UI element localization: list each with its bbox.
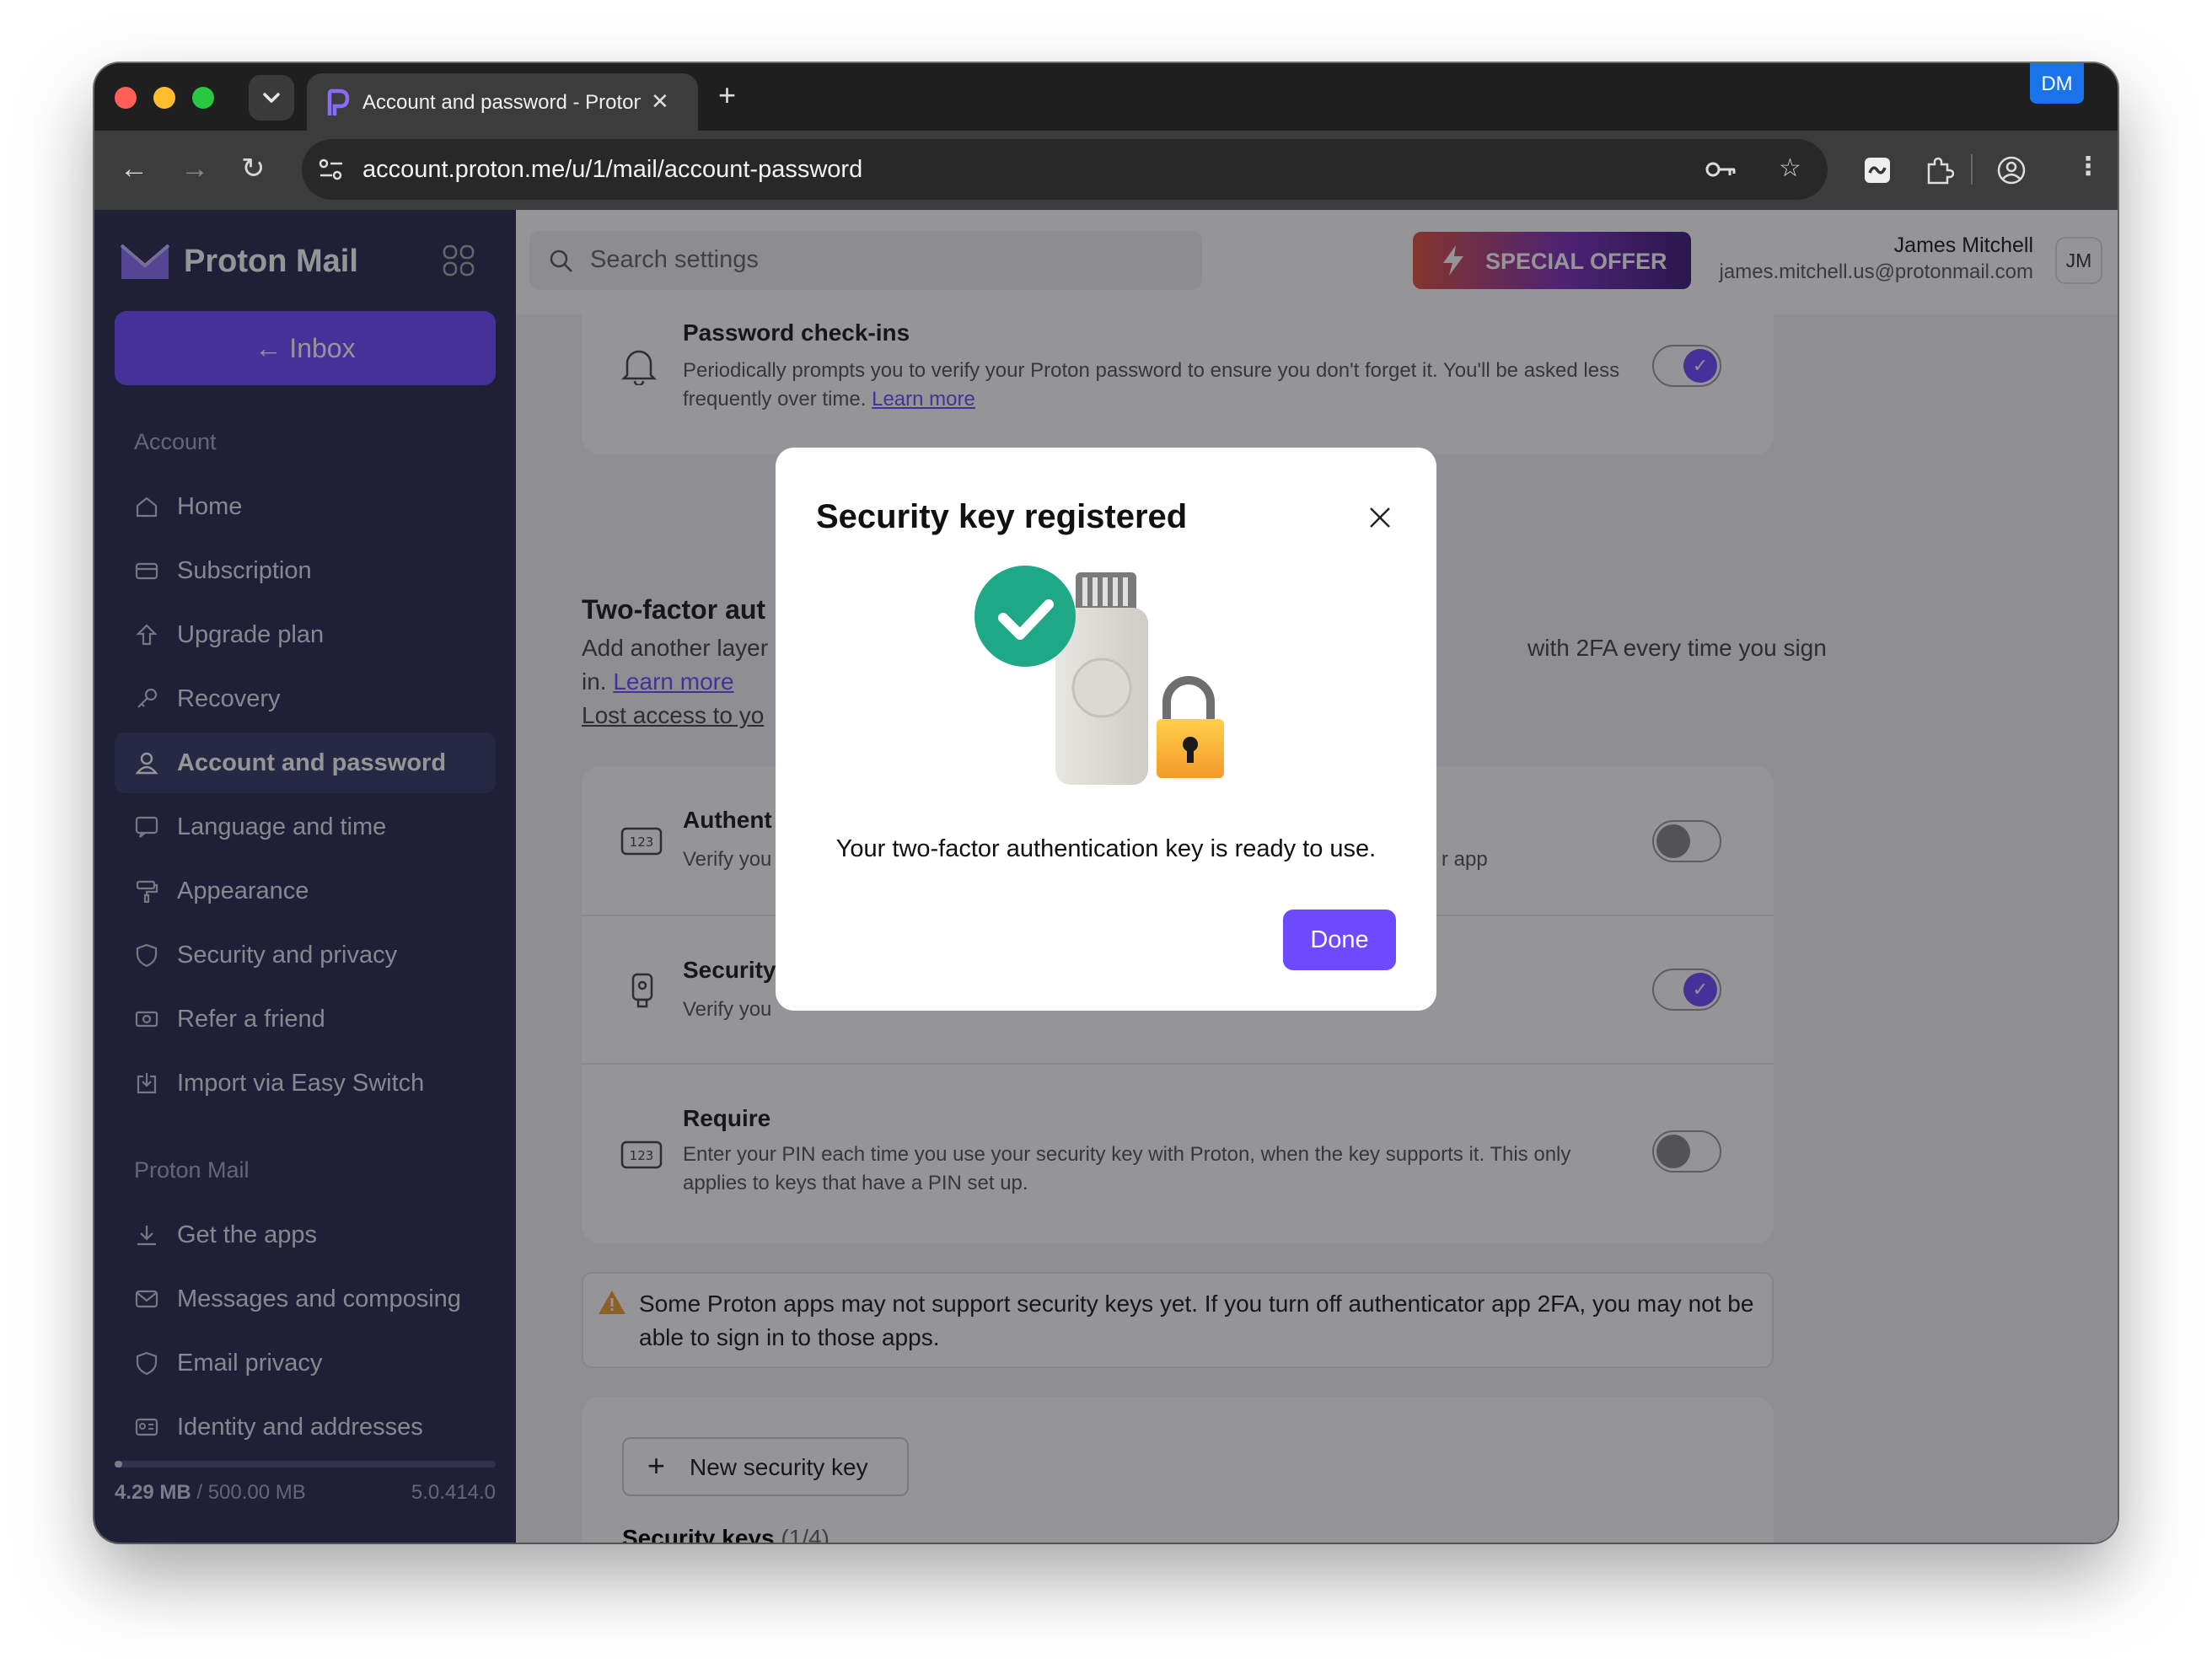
security-key-illustration [974,566,1224,785]
chevron-down-icon [263,93,280,103]
close-tab-icon[interactable]: ✕ [651,89,669,115]
minimize-window-button[interactable] [153,87,175,109]
sidebar-backdrop [94,210,516,1543]
menu-kebab-icon[interactable]: ⋮ [2075,154,2101,180]
bookmark-star-icon[interactable]: ☆ [1779,156,1801,181]
tab-bar: Account and password - Proton ✕ + DM [94,63,2118,134]
url-text: account.proton.me/u/1/mail/account-passw… [362,156,863,183]
toolbar-divider [1971,154,1973,185]
proton-app: Proton Mail ← Inbox Account Home Subscrip… [94,210,2118,1543]
browser-toolbar: ← → ↻ account.proton.me/u/1/mail/account… [94,131,2118,210]
modal-title: Security key registered [816,498,1188,535]
tab-search-button[interactable] [249,75,294,121]
security-key-registered-modal: Security key registered Your two-factor … [776,448,1436,1011]
reload-icon[interactable]: ↻ [241,154,266,183]
done-button[interactable]: Done [1283,910,1396,970]
close-window-button[interactable] [115,87,137,109]
address-bar[interactable]: account.proton.me/u/1/mail/account-passw… [302,139,1828,200]
password-key-icon[interactable] [1705,158,1738,181]
close-icon[interactable] [1366,503,1394,532]
forward-icon[interactable]: → [180,154,209,183]
puzzle-icon[interactable] [1924,156,1954,186]
tab-title: Account and password - Proton [362,91,641,114]
new-tab-button[interactable]: + [718,80,736,110]
back-icon[interactable]: ← [120,154,148,183]
site-info-icon [319,158,342,180]
modal-message: Your two-factor authentication key is re… [835,835,1377,862]
maximize-window-button[interactable] [192,87,214,109]
extension-icon[interactable] [1863,156,1892,185]
proton-favicon-icon [327,89,350,115]
browser-window: Account and password - Proton ✕ + DM ← →… [94,63,2118,1543]
active-tab[interactable]: Account and password - Proton ✕ [307,73,698,134]
profile-badge[interactable]: DM [2030,63,2084,104]
account-circle-icon[interactable] [1996,155,2027,185]
